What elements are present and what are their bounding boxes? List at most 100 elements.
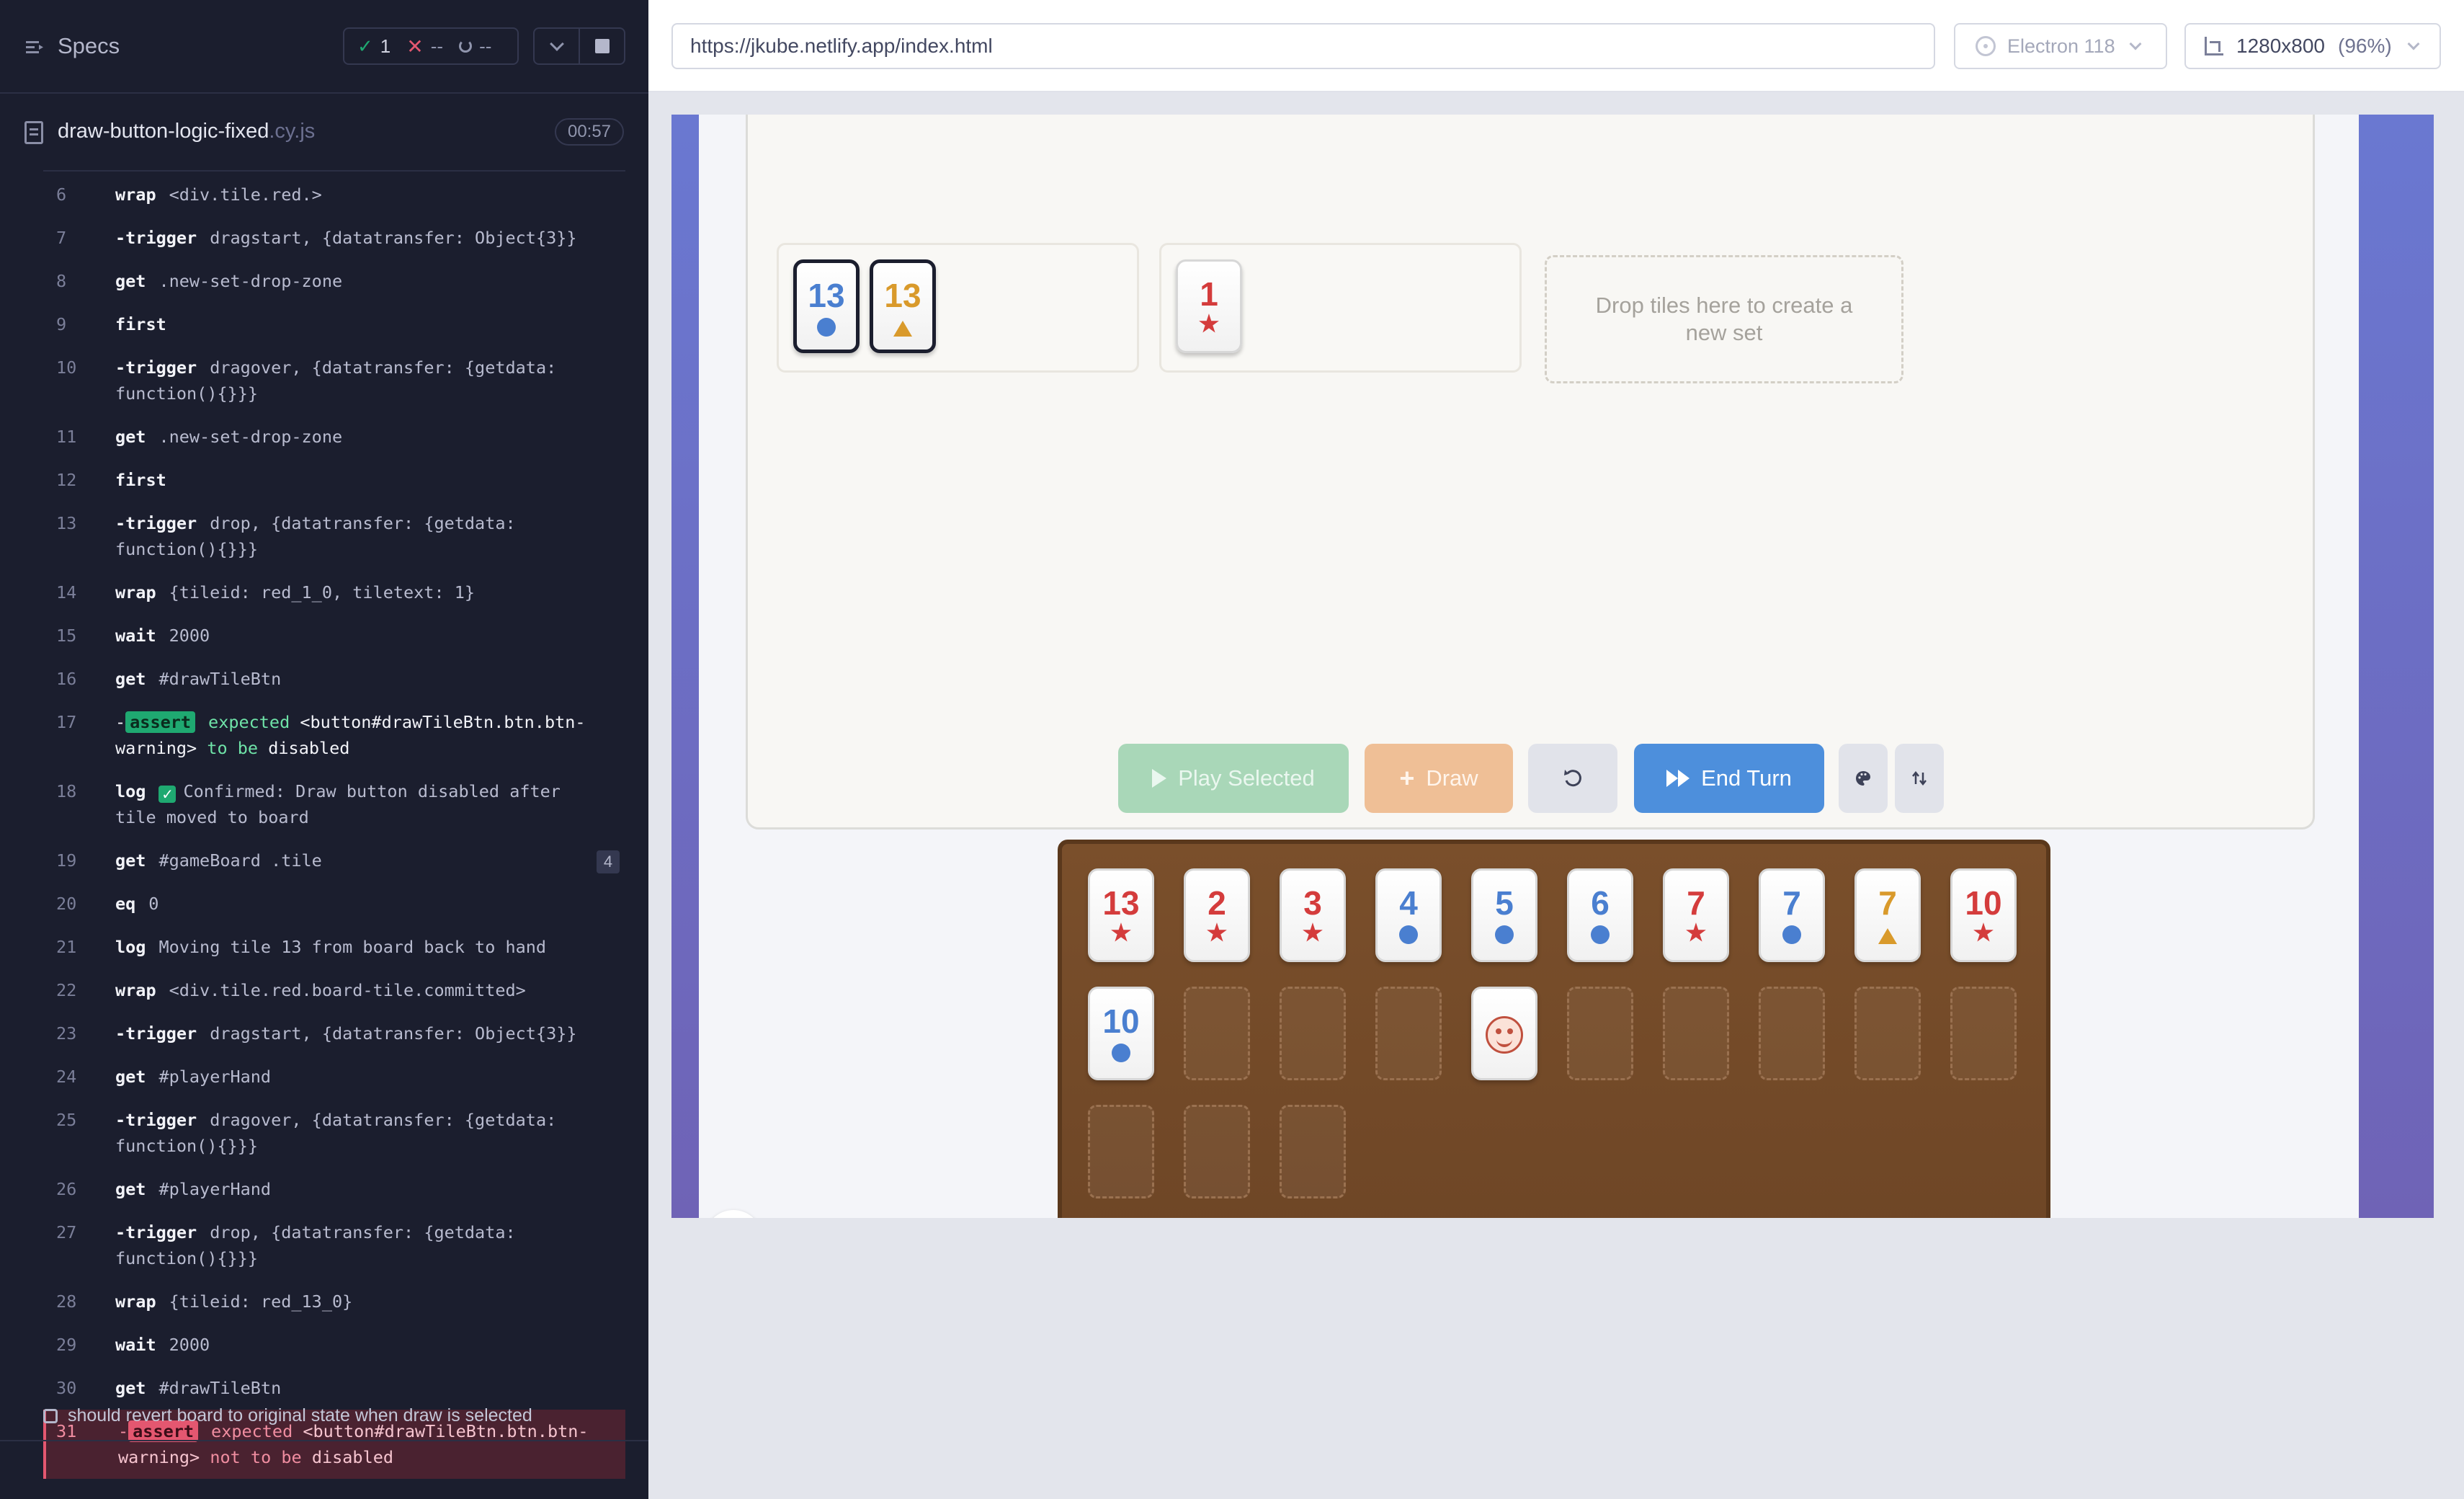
command-name: trigger: [115, 1222, 197, 1242]
pending-spinner-icon: [459, 40, 473, 53]
command-wrap[interactable]: 6 wrap <div.tile.red.>: [43, 173, 625, 216]
sort-button[interactable]: [1895, 744, 1944, 813]
command-trigger[interactable]: 7 trigger dragstart, {datatransfer: Object…: [43, 216, 625, 259]
command-get[interactable]: 26 get #playerHand: [43, 1167, 625, 1211]
tile[interactable]: 13: [793, 259, 860, 353]
specs-title[interactable]: Specs: [58, 33, 120, 59]
empty-hand-slot[interactable]: [1567, 987, 1633, 1080]
tile[interactable]: 13 ★: [1088, 868, 1154, 962]
command-get[interactable]: 30 get #drawTileBtn: [43, 1366, 625, 1410]
floating-action-button[interactable]: [705, 1210, 762, 1218]
pending-stat: --: [459, 35, 491, 58]
command-wrap[interactable]: 22 wrap <div.tile.red.board-tile.committed…: [43, 969, 625, 1012]
empty-hand-slot[interactable]: [1759, 987, 1825, 1080]
undo-icon: [1564, 770, 1581, 787]
command-body: triggerdrop, {datatransfer: {getdata: fu…: [115, 510, 618, 562]
undo-button[interactable]: [1528, 744, 1617, 813]
command-trigger[interactable]: 27 triggerdrop, {datatransfer: {getdata: …: [43, 1211, 625, 1280]
browser-selector[interactable]: Electron 118: [1954, 23, 2167, 69]
empty-hand-slot[interactable]: [1088, 1105, 1154, 1198]
play-selected-button[interactable]: Play Selected: [1118, 744, 1349, 813]
theme-button[interactable]: [1839, 744, 1888, 813]
command-eq[interactable]: 20 eq 0: [43, 882, 625, 925]
draw-tile-button[interactable]: + Draw: [1365, 744, 1513, 813]
next-test-item[interactable]: should revert board to original state wh…: [43, 1405, 532, 1426]
tile-value: 7: [1878, 884, 1897, 922]
command-get[interactable]: 8 get .new-set-drop-zone: [43, 259, 625, 303]
empty-hand-slot[interactable]: [1950, 987, 2017, 1080]
spec-file-row[interactable]: draw-button-logic-fixed.cy.js 00:57: [0, 108, 648, 159]
stop-button[interactable]: [579, 29, 624, 63]
empty-hand-slot[interactable]: [1184, 1105, 1250, 1198]
tile[interactable]: 4: [1375, 868, 1442, 962]
assert-part: not to be: [210, 1447, 302, 1467]
command-get[interactable]: 19 get #gameBoard .tile 4: [43, 839, 625, 882]
command-trigger[interactable]: 25 triggerdragover, {datatransfer: {getda…: [43, 1098, 625, 1167]
command-wrap[interactable]: 14 wrap {tileid: red_1_0, tiletext: 1}: [43, 571, 625, 614]
command-trigger[interactable]: 13 triggerdrop, {datatransfer: {getdata: …: [43, 502, 625, 571]
player-hand[interactable]: 13 ★ 2 ★ 3 ★ 4 5 6 7 ★ 7 7 10 ★ 10: [1058, 840, 2050, 1218]
board-set[interactable]: 13 13: [777, 243, 1139, 373]
viewport-selector[interactable]: 1280x800 (96%): [2184, 23, 2441, 69]
command-body: get .new-set-drop-zone: [115, 424, 618, 450]
command-first[interactable]: 12 first: [43, 458, 625, 502]
sort-arrows-icon: [1912, 770, 1927, 786]
url-bar[interactable]: https://jkube.netlify.app/index.html: [671, 23, 1935, 69]
game-container: 13 13 1 ★ Drop tiles here to create a new …: [699, 115, 2359, 1218]
command-wrap[interactable]: 28 wrap {tileid: red_13_0}: [43, 1280, 625, 1323]
empty-hand-slot[interactable]: [1280, 1105, 1346, 1198]
command-assert-passed[interactable]: 17- assert expected <button#drawTileBtn.bt…: [43, 700, 625, 770]
circle-icon: [1782, 925, 1801, 944]
empty-hand-slot[interactable]: [1184, 987, 1250, 1080]
command-get[interactable]: 16 get #drawTileBtn: [43, 657, 625, 700]
empty-hand-slot[interactable]: [1280, 987, 1346, 1080]
board-set[interactable]: 1 ★: [1159, 243, 1522, 373]
command-message: <div.tile.red.board-tile.committed>: [169, 980, 526, 1000]
tile-value: 13: [1102, 884, 1140, 922]
command-get[interactable]: 11 get .new-set-drop-zone: [43, 415, 625, 458]
command-wait[interactable]: 29 wait 2000: [43, 1323, 625, 1366]
tile[interactable]: 10 ★: [1950, 868, 2017, 962]
end-turn-button[interactable]: End Turn: [1634, 744, 1824, 813]
tile[interactable]: 10: [1088, 987, 1154, 1080]
joker-tile[interactable]: [1471, 987, 1537, 1080]
command-name: trigger: [115, 228, 197, 248]
command-number: 24: [56, 1067, 77, 1087]
empty-hand-slot[interactable]: [1375, 987, 1442, 1080]
command-log[interactable]: 18 log ✓ Confirmed: Draw button disabled af…: [43, 770, 625, 839]
tile[interactable]: 2 ★: [1184, 868, 1250, 962]
command-first[interactable]: 9 first: [43, 303, 625, 346]
tile[interactable]: 7: [1759, 868, 1825, 962]
browser-name: Electron 118: [2007, 35, 2115, 57]
specs-list-icon[interactable]: [24, 37, 45, 58]
joker-face-icon: [1486, 1016, 1523, 1054]
tile[interactable]: 13: [870, 259, 936, 353]
tile[interactable]: 3 ★: [1280, 868, 1346, 962]
x-icon: ✕: [406, 35, 424, 58]
command-log[interactable]: 21 log Moving tile 13 from board back to h…: [43, 925, 625, 969]
fast-forward-icon: [1666, 770, 1690, 787]
command-body: triggerdragover, {datatransfer: {getdata…: [115, 1107, 618, 1159]
command-name: get: [115, 1179, 146, 1199]
star-icon: ★: [1198, 311, 1220, 337]
new-set-drop-zone[interactable]: Drop tiles here to create a new set: [1545, 255, 1903, 383]
tile[interactable]: 7: [1854, 868, 1921, 962]
game-board[interactable]: 13 13 1 ★ Drop tiles here to create a new …: [746, 115, 2315, 829]
command-wait[interactable]: 15 wait 2000: [43, 614, 625, 657]
tile[interactable]: 7 ★: [1663, 868, 1729, 962]
tile[interactable]: 5: [1471, 868, 1537, 962]
action-buttons: Play Selected + Draw End Turn: [699, 744, 2359, 813]
command-message: <div.tile.red.>: [169, 184, 322, 205]
command-get[interactable]: 24 get #playerHand: [43, 1055, 625, 1098]
command-message: #gameBoard .tile: [159, 850, 322, 871]
empty-hand-slot[interactable]: [1854, 987, 1921, 1080]
empty-hand-slot[interactable]: [1663, 987, 1729, 1080]
plus-icon: +: [1399, 763, 1415, 793]
command-message: #playerHand: [159, 1179, 272, 1199]
tile[interactable]: 1 ★: [1176, 259, 1242, 353]
command-number: 11: [56, 427, 77, 447]
tile[interactable]: 6: [1567, 868, 1633, 962]
collapse-all-button[interactable]: [535, 29, 579, 63]
command-trigger[interactable]: 23 trigger dragstart, {datatransfer: Objec…: [43, 1012, 625, 1055]
command-trigger[interactable]: 10 triggerdragover, {datatransfer: {getda…: [43, 346, 625, 415]
